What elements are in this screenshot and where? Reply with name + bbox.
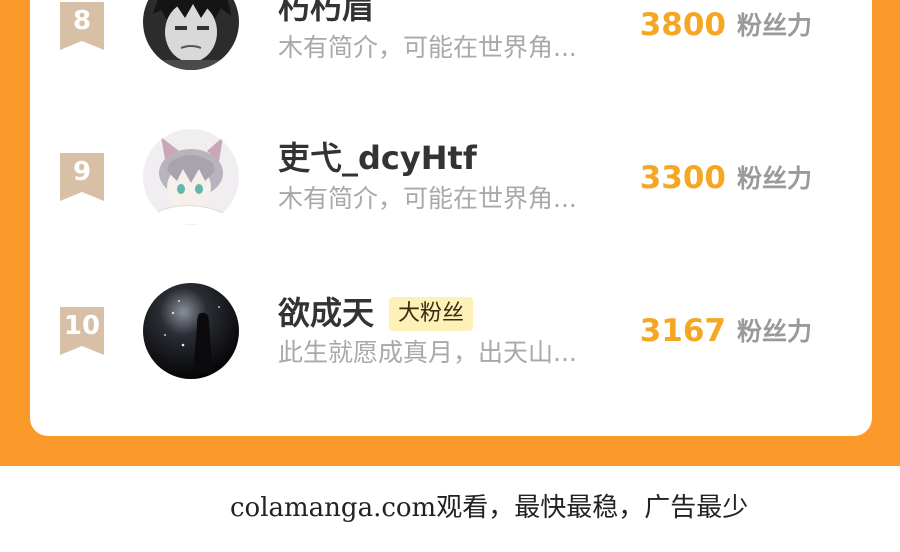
rank-badge-icon: 8	[60, 2, 104, 50]
user-bio: 木有简介，可能在世界角...	[278, 184, 577, 213]
fan-power-unit: 粉丝力	[737, 11, 813, 40]
fan-power-unit: 粉丝力	[737, 164, 813, 193]
ranking-row[interactable]: 10 欲成天 大粉丝 此生就愿成真月，出天山... 3167 粉丝力	[0, 276, 900, 386]
rank-badge-icon: 9	[60, 153, 104, 201]
rank-badge-icon: 10	[60, 307, 104, 355]
fan-power-score: 3800	[639, 7, 726, 43]
avatar[interactable]	[143, 283, 239, 379]
ranking-row[interactable]: 8 朽朽眉 木有简介，可能在世界角... 3800 粉丝力	[0, 0, 900, 77]
user-bio: 木有简介，可能在世界角...	[278, 33, 577, 62]
ranking-row[interactable]: 9 吏弋_dcyHtf 木有简介，可能在世界角... 3300 粉丝力	[0, 122, 900, 232]
fan-power-unit: 粉丝力	[737, 317, 813, 346]
rank-number: 8	[72, 6, 92, 36]
user-name: 吏弋_dcyHtf	[278, 139, 477, 177]
user-name: 欲成天	[278, 294, 375, 332]
fan-power-score: 3167	[639, 313, 726, 349]
fan-power-score: 3300	[639, 160, 726, 196]
big-fan-badge: 大粉丝	[389, 297, 474, 331]
user-name: 朽朽眉	[278, 0, 375, 26]
rank-number: 9	[72, 157, 92, 187]
watermark-footer-text: colamanga.com观看，最快最稳，广告最少	[230, 493, 749, 523]
avatar[interactable]	[143, 129, 239, 225]
user-bio: 此生就愿成真月，出天山...	[278, 338, 577, 367]
avatar[interactable]	[143, 0, 239, 70]
rank-number: 10	[63, 311, 101, 341]
